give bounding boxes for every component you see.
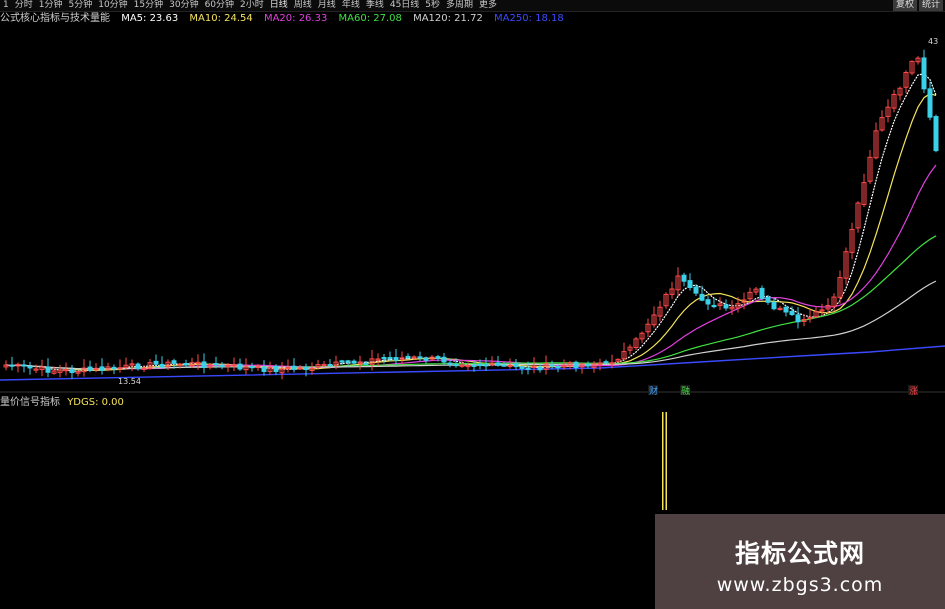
candle-body — [291, 365, 297, 370]
candle-body — [927, 88, 933, 118]
candle-body — [447, 362, 453, 365]
ma-legend-item-ma20: MA20: 26.33 — [263, 13, 328, 24]
watermark-url: www.zbgs3.com — [716, 574, 884, 596]
candle-body — [219, 364, 225, 367]
candle-body — [171, 360, 177, 364]
candle-body — [501, 364, 507, 367]
candle-body — [327, 363, 333, 367]
main-legend-title: 公式核心指标与技术量能 — [0, 13, 110, 24]
candle-body — [789, 310, 795, 316]
candle-body — [603, 361, 609, 364]
candle-body — [273, 365, 279, 372]
ma-legend-item-ma10: MA10: 24.54 — [189, 13, 253, 24]
ma-legend-item-ma5: MA5: 23.63 — [121, 13, 179, 24]
candle-body — [45, 366, 51, 373]
candle-body — [483, 364, 489, 367]
candle-body — [513, 363, 519, 368]
candle-body — [699, 293, 705, 301]
candle-body — [771, 301, 777, 310]
sub-legend-title: 量价信号指标 — [0, 397, 60, 408]
ma-legend-item-ma120: MA120: 21.72 — [413, 13, 483, 24]
candle-body — [711, 304, 717, 308]
candle-body — [549, 364, 555, 367]
ma10-line — [5, 92, 937, 372]
candle-body — [759, 287, 765, 299]
candle-body — [573, 361, 579, 369]
candle-body — [417, 356, 423, 359]
price-low-label: 13.54 — [118, 377, 141, 386]
candle-body — [681, 274, 687, 282]
candle-body — [687, 280, 693, 288]
candle-body — [765, 296, 771, 303]
site-watermark: 指标公式网 www.zbgs3.com — [655, 514, 945, 609]
candle-body — [525, 367, 531, 370]
candle-body — [495, 362, 501, 366]
candle-body — [345, 360, 351, 363]
candle-body — [27, 366, 33, 369]
ma5-line — [5, 73, 937, 372]
signal-marker: 涨 — [909, 386, 918, 397]
candle-body — [381, 357, 387, 360]
candle-body — [783, 306, 789, 313]
candle-body — [249, 365, 255, 369]
candle-body — [405, 355, 411, 359]
sub-indicator-legend: 量价信号指标 YDGS: 0.00 — [0, 397, 128, 409]
candle-body — [135, 363, 141, 370]
candle-body — [423, 357, 429, 361]
candle-body — [585, 363, 591, 367]
candle-body — [921, 57, 927, 90]
candle-body — [705, 299, 711, 305]
candle-body — [453, 363, 459, 367]
candle-body — [693, 286, 699, 294]
ma250-line — [0, 345, 945, 381]
candle-body — [261, 366, 267, 372]
candle-body — [537, 366, 543, 371]
candle-body — [555, 365, 561, 369]
candle-body — [153, 360, 159, 365]
candle-body — [183, 362, 189, 366]
candle-body — [795, 314, 801, 323]
candle-body — [519, 366, 525, 369]
candle-body — [351, 360, 357, 364]
candle-body — [303, 366, 309, 371]
ma-legend-item-ma250: MA250: 18.18 — [494, 13, 564, 24]
candle-body — [201, 361, 207, 369]
candle-body — [339, 360, 345, 363]
candle-body — [99, 366, 105, 371]
candle-body — [387, 357, 393, 360]
price-high-label: 43 — [928, 37, 938, 46]
candle-body — [21, 364, 27, 367]
ma60-line — [5, 235, 937, 370]
signal-marker: 财 — [649, 385, 658, 397]
main-indicator-legend: 公式核心指标与技术量能 MA5: 23.63 MA10: 24.54 MA20:… — [0, 13, 572, 25]
candle-body — [87, 366, 93, 371]
candle-body — [435, 356, 441, 359]
candle-body — [723, 304, 729, 309]
ma20-line — [5, 164, 937, 370]
ydgs-legend-item: YDGS: 0.00 — [67, 397, 124, 408]
candle-body — [477, 363, 483, 367]
candle-body — [9, 364, 15, 367]
candle-body — [237, 363, 243, 370]
candle-body — [471, 364, 477, 367]
ma-legend-item-ma60: MA60: 27.08 — [338, 13, 402, 24]
signal-marker: 融 — [681, 386, 690, 397]
candle-body — [441, 356, 447, 363]
candle-body — [363, 362, 369, 365]
candle-body — [159, 363, 165, 368]
candle-body — [69, 369, 75, 374]
candle-body — [213, 363, 219, 366]
candle-body — [111, 366, 117, 370]
candle-body — [393, 357, 399, 361]
watermark-title: 指标公式网 — [734, 539, 865, 568]
ydgs-signal-bar-core — [663, 412, 666, 510]
candle-body — [933, 116, 939, 152]
